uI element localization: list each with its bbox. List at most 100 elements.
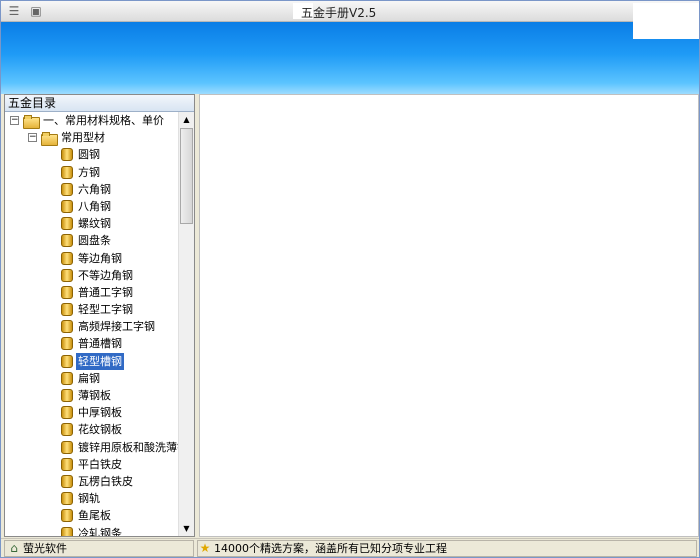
tree-leaf-label[interactable]: 中厚钢板 [76,404,124,421]
status-left: ⌂ 萤光软件 [4,540,194,557]
tree-leaf-item[interactable]: 花纹钢板 [5,421,178,438]
tree-leaf-item[interactable]: 冷轧钢条 [5,525,178,537]
cylinder-icon [61,165,73,179]
folder-open-icon [41,131,58,147]
vertical-scrollbar[interactable]: ▲ ▼ [178,112,194,536]
cylinder-icon [61,406,73,420]
catalog-tree[interactable]: − 一、常用材料规格、单价 − 常用型材 圆钢 方钢 六角钢 八角钢 螺纹钢 圆盘条 等边角… [5,112,178,536]
tree-leaf-item[interactable]: 螺纹钢 [5,215,178,232]
tree-leaf-item[interactable]: 不等边角钢 [5,267,178,284]
tree-leaf-item[interactable]: 扁钢 [5,370,178,387]
tree-leaf-label[interactable]: 薄钢板 [76,387,113,404]
tree-leaf-item[interactable]: 瓦楞白铁皮 [5,473,178,490]
tree-leaf-item[interactable]: 六角钢 [5,181,178,198]
tree-leaf-label[interactable]: 方钢 [76,164,102,181]
scrollbar-thumb[interactable] [180,128,193,224]
catalog-header: 五金目录 [5,95,194,112]
tree-leaf-label[interactable]: 等边角钢 [76,250,124,267]
tree-leaf-label[interactable]: 不等边角钢 [76,267,135,284]
tree-leaf-item[interactable]: 普通槽钢 [5,335,178,352]
tree-node-label[interactable]: 一、常用材料规格、单价 [41,112,166,129]
tree-leaf-item[interactable]: 圆钢 [5,146,178,163]
company-name: 萤光软件 [23,542,67,555]
tree-leaf-item[interactable]: 八角钢 [5,198,178,215]
cylinder-icon [61,354,73,368]
cylinder-icon [61,371,73,385]
cylinder-icon [61,199,73,213]
tree-node-folder[interactable]: − 常用型材 [5,129,178,147]
tree-leaf-label[interactable]: 普通槽钢 [76,335,124,352]
tree-leaf-label[interactable]: 高频焊接工字钢 [76,318,157,335]
tree-leaf-label[interactable]: 轻型工字钢 [76,301,135,318]
tree-leaf-label[interactable]: 轻型槽钢 [76,352,124,370]
tree-leaf-item[interactable]: 镀锌用原板和酸洗薄钢板 [5,439,178,456]
cylinder-icon [61,182,73,196]
tree-leaf-label[interactable]: 冷轧钢条 [76,525,124,537]
tree-leaf-item[interactable]: 中厚钢板 [5,404,178,421]
tree-leaf-label[interactable]: 圆盘条 [76,232,113,249]
cylinder-icon [61,285,73,299]
tree-leaf-item[interactable]: 鱼尾板 [5,507,178,524]
cylinder-icon [61,320,73,334]
tree-leaf-item[interactable]: 圆盘条 [5,232,178,249]
cylinder-icon [61,423,73,437]
tree-leaf-label[interactable]: 平白铁皮 [76,456,124,473]
tree-leaf-item[interactable]: 钢轨 [5,490,178,507]
tree-leaf-item[interactable]: 轻型工字钢 [5,301,178,318]
app-window: ☰ ▣ 五金手册V2.5 五金目录 − 一、常用材料规格、单价 − 常用型材 圆… [0,0,700,558]
tree-leaf-item[interactable]: 薄钢板 [5,387,178,404]
content-pane [199,94,699,537]
cylinder-icon [61,474,73,488]
corner-mask [633,3,699,39]
tree-leaf-label[interactable]: 八角钢 [76,198,113,215]
cylinder-icon [61,457,73,471]
cylinder-icon [61,492,73,506]
cylinder-icon [61,268,73,282]
star-icon: ★ [199,541,211,555]
cylinder-icon [61,234,73,248]
tree-leaf-label[interactable]: 六角钢 [76,181,113,198]
cylinder-icon [61,303,73,317]
collapse-icon[interactable]: − [10,116,19,125]
catalog-panel: 五金目录 − 一、常用材料规格、单价 − 常用型材 圆钢 方钢 六角钢 八角钢 螺纹钢圆… [4,94,195,537]
status-bar: ⌂ 萤光软件 ★ 14000个精选方案，涵盖所有已知分项专业工程 [1,538,699,557]
tree-leaf-label[interactable]: 镀锌用原板和酸洗薄钢板 [76,439,178,456]
tree-leaf-label[interactable]: 鱼尾板 [76,507,113,524]
cylinder-icon [61,389,73,402]
tree-leaf-item[interactable]: 等边角钢 [5,250,178,267]
tree-leaf-label[interactable]: 瓦楞白铁皮 [76,473,135,490]
cylinder-icon [61,337,73,351]
menu-icon[interactable]: ☰ [7,4,21,18]
tree-leaf-label[interactable]: 普通工字钢 [76,284,135,301]
scroll-down-icon[interactable]: ▼ [179,521,194,536]
tree-leaf-label[interactable]: 扁钢 [76,370,102,387]
status-right: ★ 14000个精选方案，涵盖所有已知分项专业工程 [197,540,697,557]
tree-leaf-label[interactable]: 花纹钢板 [76,421,124,438]
home-icon: ⌂ [10,541,18,555]
cylinder-icon [61,440,73,454]
tree-leaf-list: 圆钢 方钢 六角钢 八角钢 螺纹钢 圆盘条 等边角钢 不等边角钢 普通工字钢 轻型工字钢 高频焊接工… [5,146,178,536]
cylinder-icon [61,509,73,523]
tree-leaf-item[interactable]: 方钢 [5,164,178,181]
window-title: 五金手册V2.5 [301,6,377,20]
status-message: 14000个精选方案，涵盖所有已知分项专业工程 [214,542,447,555]
tree-leaf-item[interactable]: 平白铁皮 [5,456,178,473]
title-bar: ☰ ▣ 五金手册V2.5 [1,1,699,22]
tree-leaf-item[interactable]: 轻型槽钢 [5,352,178,370]
tree-leaf-item[interactable]: 普通工字钢 [5,284,178,301]
tree-leaf-label[interactable]: 钢轨 [76,490,102,507]
tree-leaf-label[interactable]: 螺纹钢 [76,215,113,232]
cylinder-icon [61,217,73,231]
app-icon[interactable]: ▣ [29,4,43,18]
folder-open-icon [23,114,40,129]
tree-node-root[interactable]: − 一、常用材料规格、单价 [5,112,178,129]
cylinder-icon [61,148,73,162]
scroll-up-icon[interactable]: ▲ [179,112,194,127]
collapse-icon[interactable]: − [28,133,37,143]
tree-leaf-item[interactable]: 高频焊接工字钢 [5,318,178,335]
cylinder-icon [61,251,73,265]
tree-node-label[interactable]: 常用型材 [59,129,107,146]
tree-leaf-label[interactable]: 圆钢 [76,146,102,163]
header-banner [1,22,699,94]
cylinder-icon [61,526,73,536]
